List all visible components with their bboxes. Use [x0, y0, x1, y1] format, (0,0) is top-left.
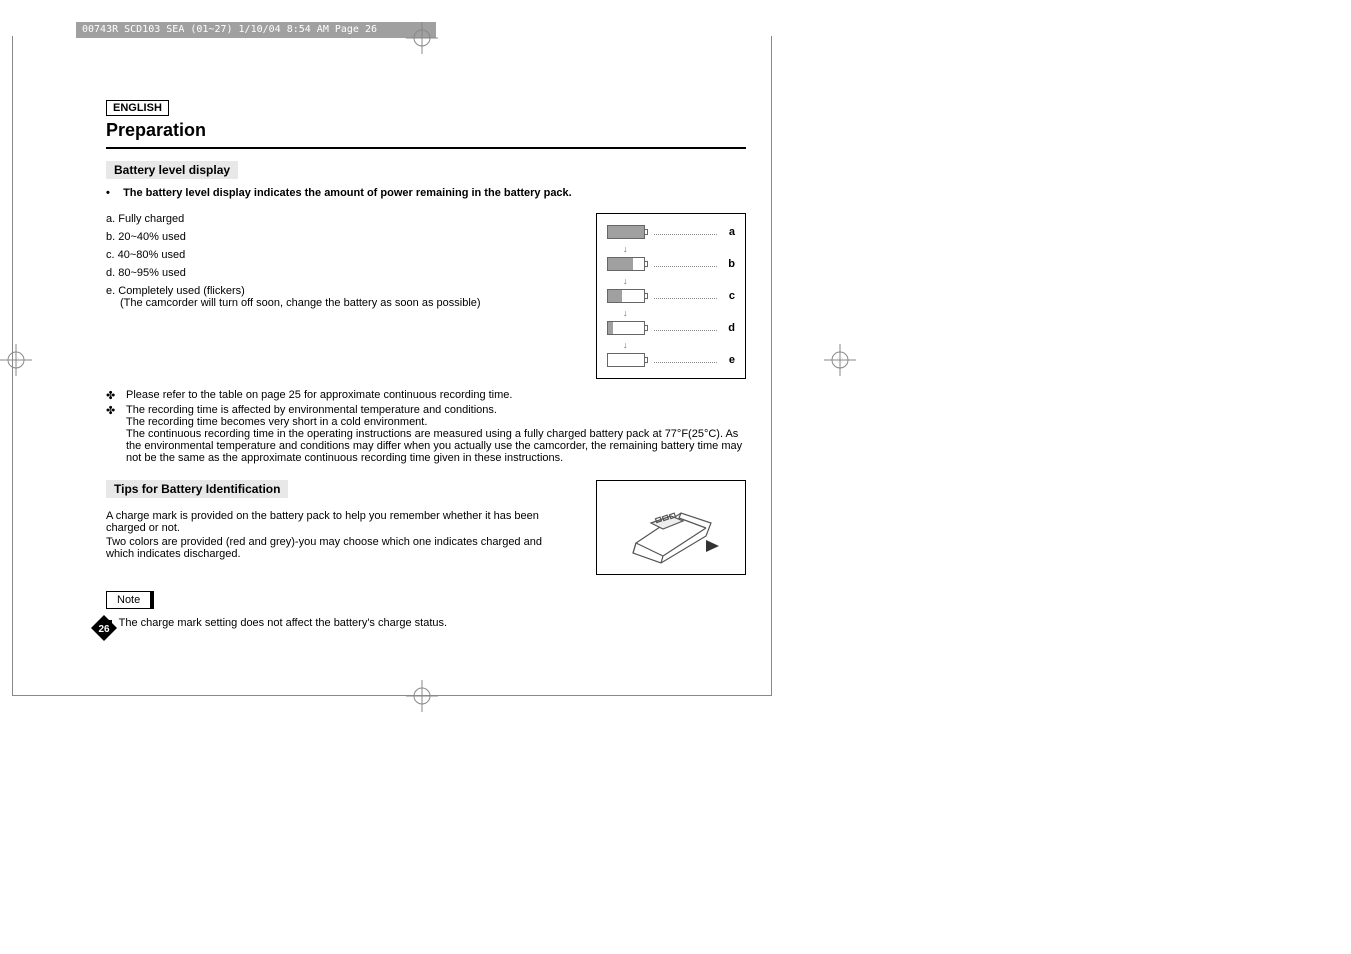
battery-row-b: b	[607, 252, 735, 276]
intro-text: • The battery level display indicates th…	[106, 187, 746, 199]
tips-text-1: A charge mark is provided on the battery…	[106, 510, 566, 534]
crop-mark-right	[824, 344, 856, 376]
intro-content: The battery level display indicates the …	[123, 187, 572, 199]
list-item: e. Completely used (flickers) (The camco…	[106, 285, 576, 309]
arrow-down-icon: ↓	[607, 308, 735, 316]
battery-row-a: a	[607, 220, 735, 244]
arrow-down-icon: ↓	[607, 340, 735, 348]
maltese-cross-icon: ✤	[106, 389, 120, 402]
list-item: a. Fully charged	[106, 213, 576, 225]
page-title: Preparation	[106, 120, 746, 149]
notes-bullets: ✤ Please refer to the table on page 25 f…	[106, 389, 746, 464]
bullet-icon: •	[106, 187, 120, 199]
section-tips: Tips for Battery Identification	[106, 480, 288, 498]
list-item: b. 20~40% used	[106, 231, 576, 243]
note-text: ■ The charge mark setting does not affec…	[106, 617, 746, 629]
list-item: d. 80~95% used	[106, 267, 576, 279]
page-number-badge: 26	[90, 614, 118, 642]
crop-mark-left	[0, 344, 32, 376]
crop-mark-bottom	[406, 680, 438, 712]
bullet-item: ✤ Please refer to the table on page 25 f…	[106, 389, 746, 402]
list-item-sub: (The camcorder will turn off soon, chang…	[120, 297, 576, 309]
battery-pack-illustration	[596, 480, 746, 575]
list-item: c. 40~80% used	[106, 249, 576, 261]
bullet-item: ✤ The recording time is affected by envi…	[106, 404, 746, 464]
language-label: ENGLISH	[106, 100, 169, 116]
svg-text:26: 26	[98, 624, 110, 635]
note-label: Note	[106, 591, 154, 609]
maltese-cross-icon: ✤	[106, 404, 120, 464]
battery-row-c: c	[607, 284, 735, 308]
arrow-down-icon: ↓	[607, 276, 735, 284]
battery-level-diagram: a ↓ b ↓ c ↓ d ↓	[596, 213, 746, 379]
battery-row-e: e	[607, 348, 735, 372]
tips-text-2: Two colors are provided (red and grey)-y…	[106, 536, 566, 560]
battery-row-d: d	[607, 316, 735, 340]
arrow-down-icon: ↓	[607, 244, 735, 252]
crop-mark-top	[406, 22, 438, 54]
battery-level-list: a. Fully charged b. 20~40% used c. 40~80…	[106, 213, 576, 379]
section-battery-display: Battery level display	[106, 161, 238, 179]
page-content: ENGLISH Preparation Battery level displa…	[106, 98, 746, 629]
